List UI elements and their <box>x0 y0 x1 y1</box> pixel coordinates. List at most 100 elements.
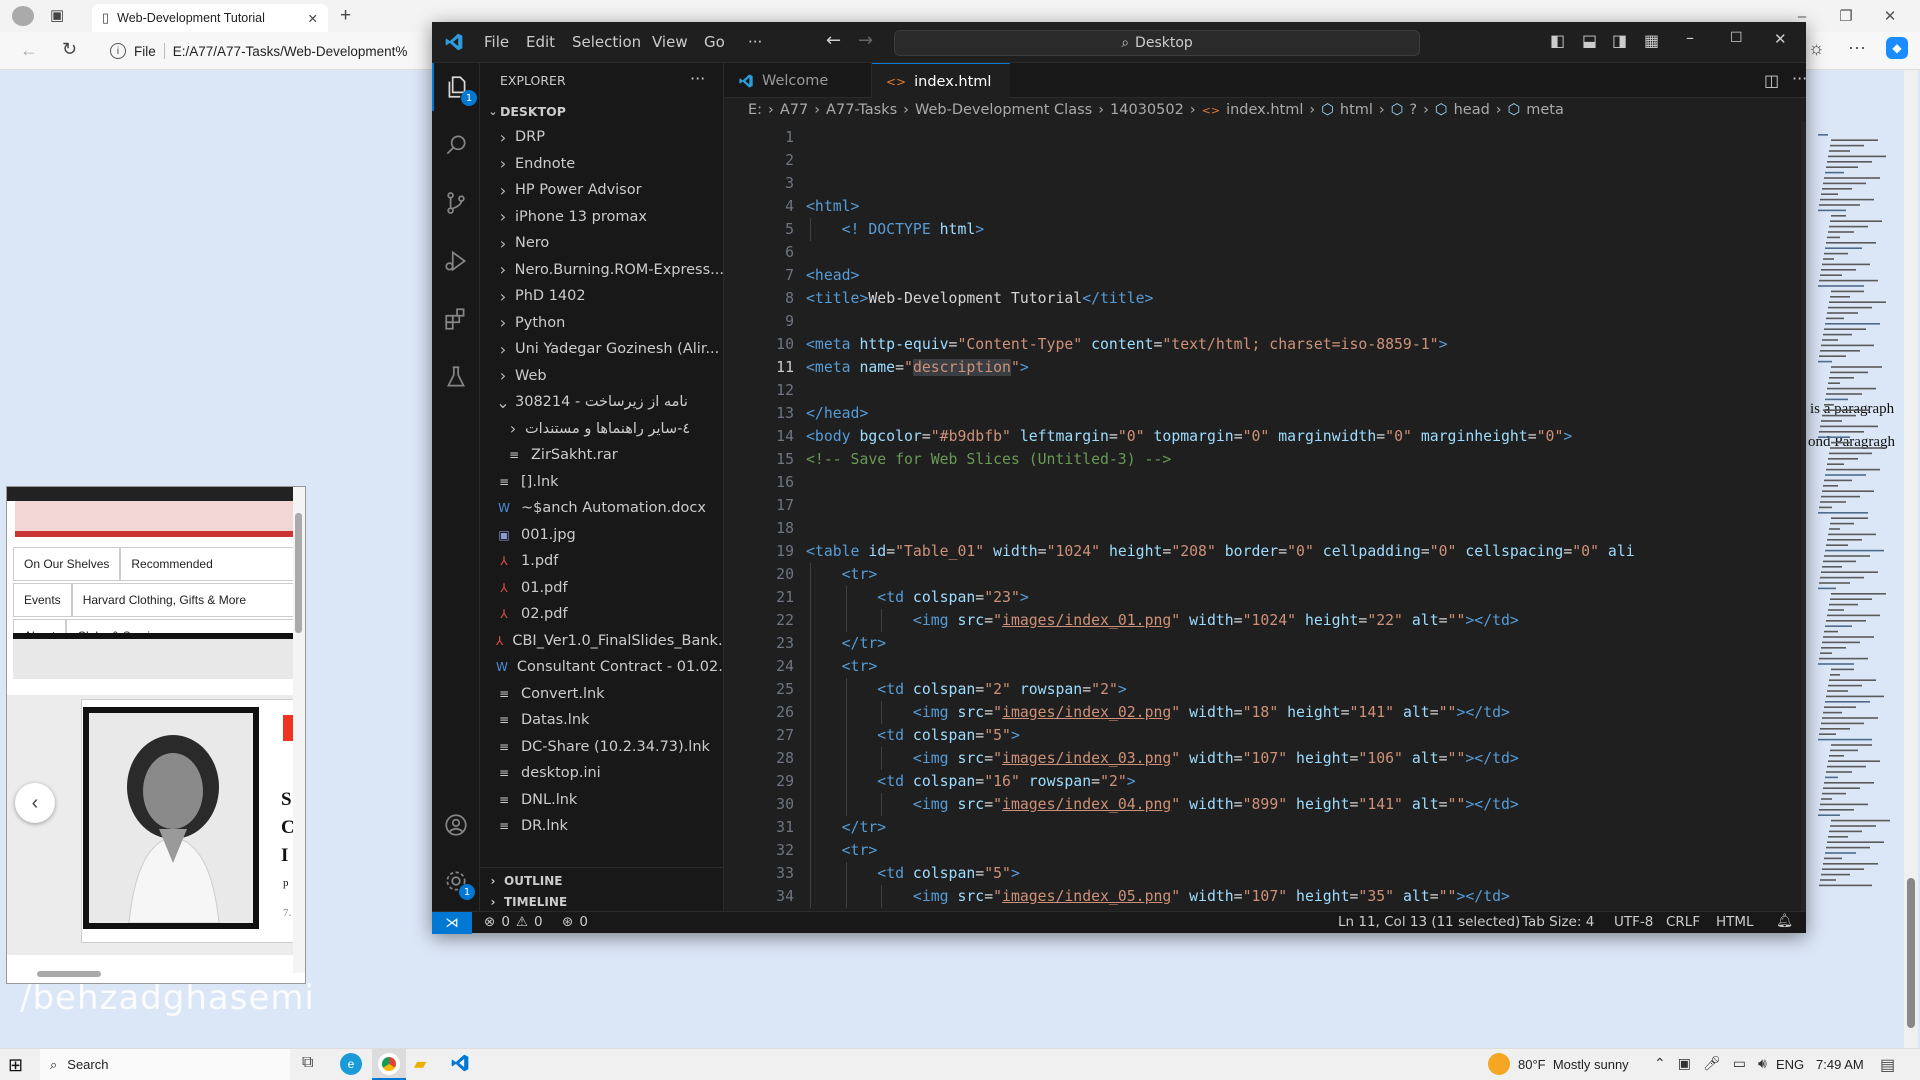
close-window-icon[interactable]: ✕ <box>1868 7 1912 25</box>
breadcrumb-item[interactable]: meta <box>1526 102 1564 118</box>
tab-actions-icon[interactable]: ▣ <box>50 6 64 24</box>
page-scrollbar-thumb[interactable] <box>1907 878 1915 1028</box>
tree-folder[interactable]: › HP Power Advisor <box>480 177 724 203</box>
language-indicator[interactable]: ENG <box>1776 1057 1804 1072</box>
nav-back-icon[interactable]: ← <box>826 30 841 51</box>
reload-icon[interactable]: ↻ <box>62 39 77 60</box>
run-debug-icon[interactable] <box>432 237 480 285</box>
profile-avatar[interactable] <box>12 6 34 26</box>
tree-folder[interactable]: ⌄ 308214 - نامه از زیرساخت <box>480 389 724 415</box>
page-scrollbar[interactable] <box>1904 70 1918 1048</box>
more-icon[interactable]: ··· <box>1848 37 1866 58</box>
menu-file[interactable]: File <box>484 33 509 51</box>
vscode-minimize-icon[interactable]: – <box>1686 28 1694 47</box>
menu-edit[interactable]: Edit <box>526 33 555 51</box>
split-editor-icon[interactable]: ◫ <box>1764 71 1779 90</box>
nav-about[interactable]: About <box>13 619 67 633</box>
explorer-icon[interactable]: 1 <box>432 63 480 111</box>
desktop-folder-root[interactable]: ⌄ DESKTOP <box>480 98 724 124</box>
nav-forward-icon[interactable]: → <box>858 30 873 51</box>
tree-folder[interactable]: › Nero.Burning.ROM-Express... <box>480 257 724 283</box>
breadcrumb-item[interactable]: A77-Tasks <box>826 102 897 118</box>
tree-file[interactable]: ≡ DR.lnk <box>480 813 724 839</box>
timeline-section[interactable]: › TIMELINE <box>480 893 724 911</box>
remote-indicator-icon[interactable]: ⋊ <box>432 912 472 934</box>
app-tray-icon[interactable]: ▣ <box>1678 1055 1691 1072</box>
tree-folder[interactable]: › PhD 1402 <box>480 283 724 309</box>
nav-recommended[interactable]: Recommended <box>120 547 299 581</box>
breadcrumb-item[interactable]: A77 <box>780 102 808 118</box>
tree-folder[interactable]: › Uni Yadegar Gozinesh (Alir... <box>480 336 724 362</box>
minimap[interactable] <box>1816 134 1900 894</box>
notification-center-icon[interactable]: ▤ <box>1880 1055 1895 1075</box>
edge-icon[interactable]: e <box>340 1053 362 1075</box>
microphone-icon[interactable]: 🎤︎ <box>1703 1055 1721 1072</box>
cursor-position[interactable]: Ln 11, Col 13 (11 selected) <box>1338 914 1520 930</box>
breadcrumb-item[interactable]: 14030502 <box>1110 102 1184 118</box>
close-tab-icon[interactable]: ✕ <box>308 11 318 26</box>
tree-file[interactable]: ≡ DNL.lnk <box>480 787 724 813</box>
nav-clothing[interactable]: Harvard Clothing, Gifts & More <box>71 583 299 617</box>
tree-file[interactable]: W Consultant Contract - 01.02... <box>480 654 724 680</box>
accounts-icon[interactable] <box>432 801 480 849</box>
testing-icon[interactable] <box>432 353 480 401</box>
tab-index-html[interactable]: <> index.html <box>872 63 1010 99</box>
url-field[interactable]: i File E:/A77/A77-Tasks/Web-Development% <box>110 36 440 66</box>
extensions-icon[interactable] <box>432 295 480 343</box>
language-mode[interactable]: HTML <box>1716 914 1754 930</box>
breadcrumb-item[interactable]: E: <box>748 102 762 118</box>
ports-indicator[interactable]: ⊛ 0 <box>562 914 588 930</box>
tree-folder[interactable]: › Nero <box>480 230 724 256</box>
file-explorer-icon[interactable]: ▰ <box>414 1054 426 1074</box>
tree-file[interactable]: ≡ Convert.lnk <box>480 681 724 707</box>
outline-section[interactable]: › OUTLINE <box>480 867 724 893</box>
manage-gear-icon[interactable]: 1 <box>432 857 480 905</box>
windows-start-icon[interactable]: ⊞ <box>8 1055 23 1076</box>
tree-file[interactable]: ≡ desktop.ini <box>480 760 724 786</box>
nav-clubs[interactable]: Clubs & Services <box>66 619 299 633</box>
clock[interactable]: 7:49 AM <box>1816 1057 1864 1072</box>
breadcrumb-item[interactable]: head <box>1454 102 1490 118</box>
editor-more-icon[interactable]: ··· <box>1792 69 1807 88</box>
vscode-maximize-icon[interactable]: ☐ <box>1730 30 1743 46</box>
restore-icon[interactable]: ❐ <box>1824 7 1868 25</box>
toggle-panel-icon[interactable]: ⬓ <box>1582 31 1597 50</box>
breadcrumb-item[interactable]: Web-Development Class <box>915 102 1092 118</box>
widget-scrollbar[interactable] <box>293 487 305 973</box>
tree-file[interactable]: ⅄ 02.pdf <box>480 601 724 627</box>
task-view-icon[interactable]: ⧉ <box>302 1054 313 1072</box>
tree-folder[interactable]: › DRP <box>480 124 724 150</box>
search-view-icon[interactable] <box>432 121 480 169</box>
browser-tab[interactable]: ▯ Web-Development Tutorial ✕ <box>92 4 328 32</box>
new-tab-icon[interactable]: + <box>340 5 351 27</box>
nav-events[interactable]: Events <box>13 583 72 617</box>
command-center-search[interactable]: ⌕ Desktop <box>894 30 1420 56</box>
menu-go[interactable]: Go <box>704 33 725 51</box>
breadcrumb-item[interactable]: html <box>1340 102 1373 118</box>
back-icon[interactable]: ← <box>20 40 38 61</box>
taskbar-search-box[interactable]: ⌕ Search <box>40 1049 290 1080</box>
toggle-sidebar-icon[interactable]: ◧ <box>1550 31 1565 50</box>
nav-on-our-shelves[interactable]: On Our Shelves <box>13 547 121 581</box>
network-icon[interactable]: ▭ <box>1733 1055 1746 1072</box>
tree-file[interactable]: W ~$anch Automation.docx <box>480 495 724 521</box>
tree-file[interactable]: ⅄ 1.pdf <box>480 548 724 574</box>
encoding[interactable]: UTF-8 <box>1614 914 1653 930</box>
tree-folder[interactable]: › Python <box>480 310 724 336</box>
tree-file[interactable]: ≡ [].lnk <box>480 469 724 495</box>
breadcrumb-item[interactable]: ? <box>1409 102 1417 118</box>
tree-file[interactable]: ≡ Datas.lnk <box>480 707 724 733</box>
chrome-icon[interactable] <box>378 1053 400 1075</box>
menu-selection[interactable]: Selection <box>572 33 641 51</box>
menu-view[interactable]: View <box>652 33 688 51</box>
chevron-up-icon[interactable]: ⌃ <box>1654 1055 1666 1072</box>
extension-icon[interactable]: ☼ <box>1808 38 1825 59</box>
tree-folder[interactable]: › ٤-سایر راهنماها و مستندات <box>480 416 724 442</box>
menu-more[interactable]: ··· <box>748 33 762 51</box>
tree-file[interactable]: ⅄ 01.pdf <box>480 575 724 601</box>
editor-scrollbar[interactable] <box>1801 122 1806 911</box>
customize-layout-icon[interactable]: ▦ <box>1644 31 1659 50</box>
notifications-bell-icon[interactable]: 🔔︎ <box>1776 913 1793 929</box>
problems-indicator[interactable]: ⊗ 0 ⚠ 0 <box>484 914 543 930</box>
tree-file[interactable]: ▣ 001.jpg <box>480 522 724 548</box>
